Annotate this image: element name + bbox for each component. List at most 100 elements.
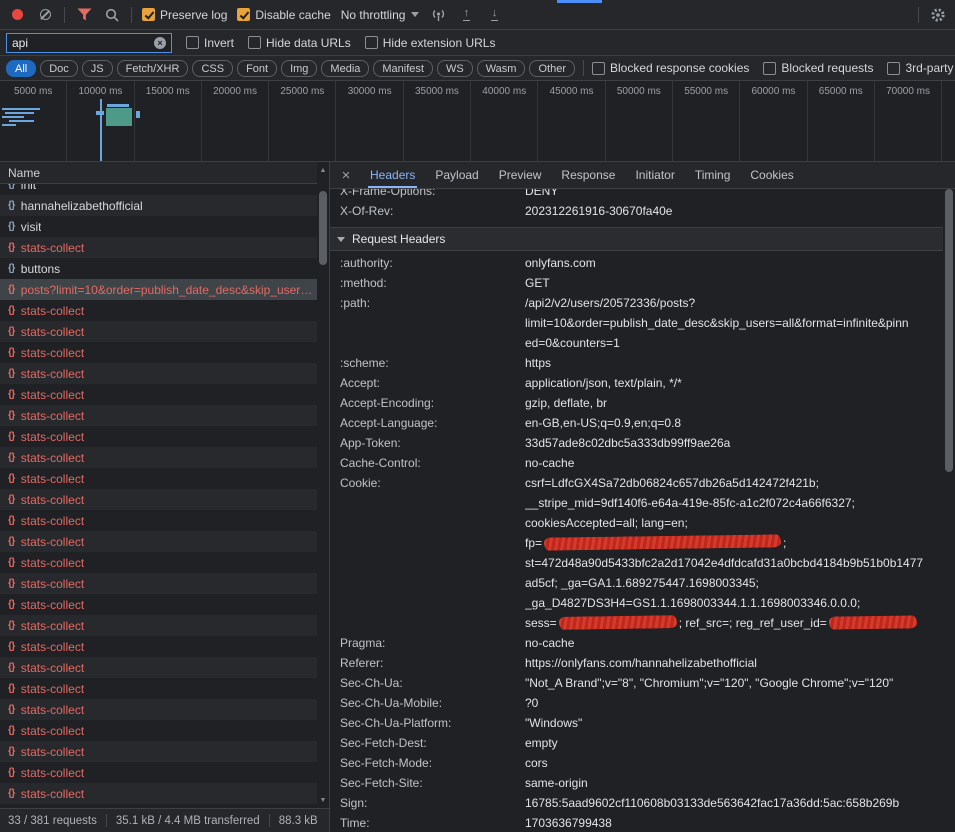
details-scrollbar[interactable] xyxy=(943,189,955,832)
header-row: Cookie:csrf=LdfcGX4Sa72db06824c657db26a5… xyxy=(330,473,941,633)
type-filter-toolbar: AllDocJSFetch/XHRCSSFontImgMediaManifest… xyxy=(0,56,955,81)
type-filter-other[interactable]: Other xyxy=(529,60,575,77)
request-row[interactable]: {}stats-collect xyxy=(0,342,329,363)
clear-network-log-button[interactable] xyxy=(36,6,54,24)
type-filter-doc[interactable]: Doc xyxy=(40,60,78,77)
hide-extension-urls-checkbox[interactable]: Hide extension URLs xyxy=(365,36,496,50)
script-file-icon: {} xyxy=(8,452,15,463)
export-har-button[interactable]: ↓ xyxy=(485,6,503,24)
request-row[interactable]: {}stats-collect xyxy=(0,573,329,594)
throttling-dropdown[interactable]: No throttling xyxy=(341,8,420,22)
script-file-icon: {} xyxy=(8,431,15,442)
blocked-requests-checkbox[interactable]: Blocked requests xyxy=(763,61,873,75)
scrollbar-thumb[interactable] xyxy=(319,191,327,265)
script-file-icon: {} xyxy=(8,515,15,526)
tab-initiator[interactable]: Initiator xyxy=(625,162,684,188)
filter-button[interactable] xyxy=(75,6,93,24)
type-filter-img[interactable]: Img xyxy=(281,60,317,77)
type-filter-manifest[interactable]: Manifest xyxy=(373,60,433,77)
3rd-party-requests-checkbox[interactable]: 3rd-party requests xyxy=(887,61,955,75)
name-column-header[interactable]: Name xyxy=(0,162,329,184)
type-filter-wasm[interactable]: Wasm xyxy=(477,60,526,77)
invert-checkbox[interactable]: Invert xyxy=(186,36,234,50)
request-row[interactable]: {}stats-collect xyxy=(0,300,329,321)
clear-filter-icon[interactable]: × xyxy=(154,37,166,49)
request-row[interactable]: {}stats-collect xyxy=(0,741,329,762)
type-filter-ws[interactable]: WS xyxy=(437,60,473,77)
request-row[interactable]: {}stats-collect xyxy=(0,363,329,384)
request-list-scrollbar[interactable]: ▲ ▼ xyxy=(317,162,329,808)
request-row[interactable]: {}buttons xyxy=(0,258,329,279)
type-filter-media[interactable]: Media xyxy=(321,60,369,77)
request-row[interactable]: {}stats-collect xyxy=(0,762,329,783)
type-filter-font[interactable]: Font xyxy=(237,60,277,77)
request-row[interactable]: {}stats-collect xyxy=(0,678,329,699)
request-row[interactable]: {}stats-collect xyxy=(0,699,329,720)
header-row: :method:GET xyxy=(330,273,941,293)
close-details-button[interactable]: × xyxy=(332,162,360,188)
request-row[interactable]: {}stats-collect xyxy=(0,636,329,657)
network-conditions-button[interactable] xyxy=(429,6,447,24)
type-filter-fetch-xhr[interactable]: Fetch/XHR xyxy=(117,60,189,77)
timeline-tick-label: 10000 ms xyxy=(67,86,133,97)
request-row[interactable]: {}hannahelizabethofficial xyxy=(0,195,329,216)
request-name: stats-collect xyxy=(21,535,84,549)
redaction-scribble xyxy=(544,534,781,550)
request-name: stats-collect xyxy=(21,787,84,801)
tab-payload[interactable]: Payload xyxy=(425,162,488,188)
scroll-down-arrow-icon[interactable]: ▼ xyxy=(317,794,329,806)
type-filter-css[interactable]: CSS xyxy=(192,60,233,77)
request-row[interactable]: {}stats-collect xyxy=(0,321,329,342)
script-file-icon: {} xyxy=(8,788,15,799)
request-row[interactable]: {}stats-collect xyxy=(0,552,329,573)
hide-data-urls-checkbox[interactable]: Hide data URLs xyxy=(248,36,351,50)
request-row[interactable]: {}stats-collect xyxy=(0,489,329,510)
type-filter-js[interactable]: JS xyxy=(82,60,113,77)
header-row: Accept-Language:en-GB,en-US;q=0.9,en;q=0… xyxy=(330,413,941,433)
request-row[interactable]: {}visit xyxy=(0,216,329,237)
request-row[interactable]: {}stats-collect xyxy=(0,426,329,447)
script-file-icon: {} xyxy=(8,200,15,211)
request-row[interactable]: {}posts?limit=10&order=publish_date_desc… xyxy=(0,279,329,300)
search-button[interactable] xyxy=(103,6,121,24)
request-row[interactable]: {}stats-collect xyxy=(0,405,329,426)
record-network-log-button[interactable] xyxy=(8,6,26,24)
preserve-log-checkbox[interactable]: Preserve log xyxy=(142,8,227,22)
request-headers-section[interactable]: Request Headers xyxy=(330,227,955,251)
header-name: Accept: xyxy=(330,373,525,393)
request-row[interactable]: {} stats-collect xyxy=(0,783,329,804)
request-row[interactable]: {}init xyxy=(0,184,329,195)
blocked-response-cookies-checkbox[interactable]: Blocked response cookies xyxy=(592,61,749,75)
script-file-icon: {} xyxy=(8,746,15,757)
type-filter-all[interactable]: All xyxy=(6,60,36,77)
request-row[interactable]: {}stats-collect xyxy=(0,531,329,552)
request-row[interactable]: {}stats-collect xyxy=(0,615,329,636)
tab-preview[interactable]: Preview xyxy=(489,162,552,188)
script-file-icon: {} xyxy=(8,704,15,715)
scroll-up-arrow-icon[interactable]: ▲ xyxy=(317,164,329,176)
record-icon xyxy=(12,9,23,20)
request-row[interactable]: {}stats-collect xyxy=(0,657,329,678)
request-name: stats-collect xyxy=(21,640,84,654)
scrollbar-thumb[interactable] xyxy=(945,189,953,472)
filter-input[interactable]: api × xyxy=(6,33,172,53)
timeline-column: 45000 ms xyxy=(538,81,605,161)
tab-timing[interactable]: Timing xyxy=(685,162,741,188)
disable-cache-checkbox[interactable]: Disable cache xyxy=(237,8,330,22)
request-row[interactable]: {}stats-collect xyxy=(0,237,329,258)
tab-headers[interactable]: Headers xyxy=(360,162,425,188)
checkbox-checked-icon xyxy=(142,8,155,21)
request-row[interactable]: {}stats-collect xyxy=(0,594,329,615)
header-row: Sec-Fetch-Mode:cors xyxy=(330,753,941,773)
request-row[interactable]: {}stats-collect xyxy=(0,468,329,489)
request-row[interactable]: {}stats-collect xyxy=(0,447,329,468)
tab-cookies[interactable]: Cookies xyxy=(740,162,803,188)
request-row[interactable]: {}stats-collect xyxy=(0,384,329,405)
settings-button[interactable] xyxy=(929,6,947,24)
request-row[interactable]: {}stats-collect xyxy=(0,720,329,741)
import-har-button[interactable]: ↑ xyxy=(457,6,475,24)
header-row: App-Token:33d57ade8c02dbc5a333db99ff9ae2… xyxy=(330,433,941,453)
tab-response[interactable]: Response xyxy=(551,162,625,188)
request-row[interactable]: {}stats-collect xyxy=(0,510,329,531)
network-overview-timeline[interactable]: 5000 ms10000 ms15000 ms20000 ms25000 ms3… xyxy=(0,81,955,162)
